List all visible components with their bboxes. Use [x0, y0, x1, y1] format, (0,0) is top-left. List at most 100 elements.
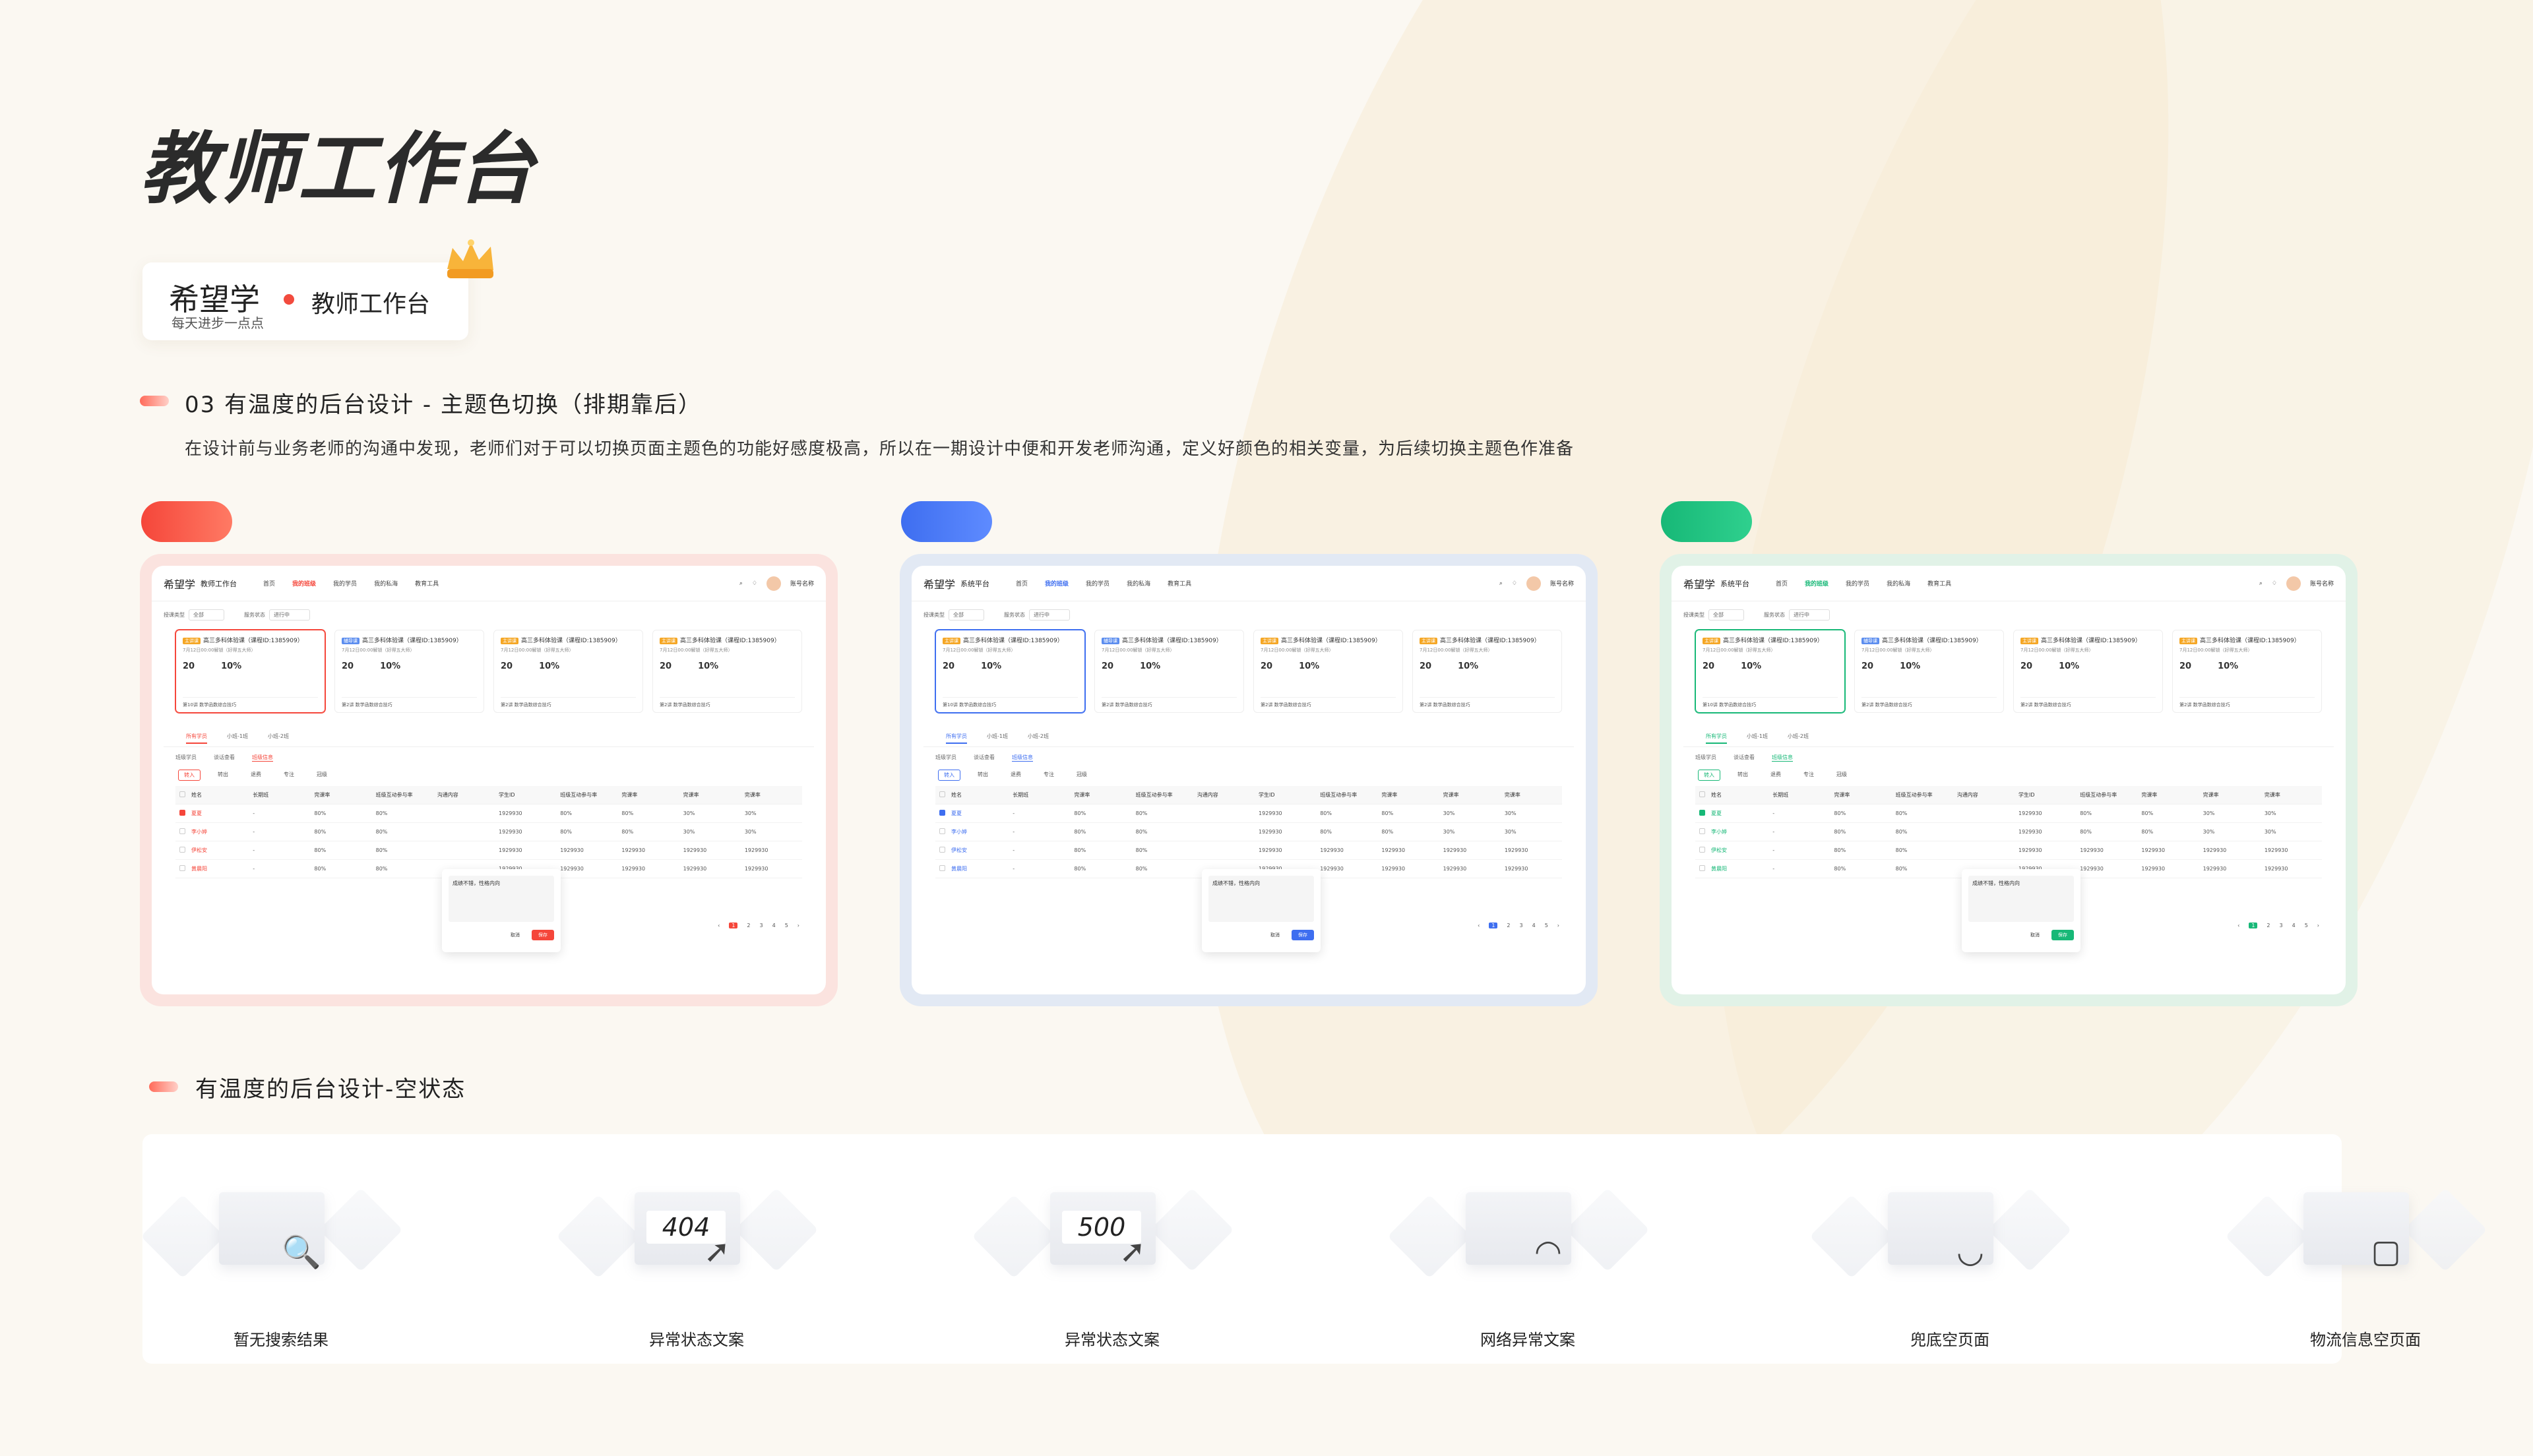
row-checkbox[interactable] — [175, 865, 187, 872]
column-header[interactable]: 完课率 — [1830, 791, 1891, 799]
filter-tag[interactable]: 冠级 — [311, 770, 332, 781]
column-header[interactable]: 完课率 — [1439, 791, 1501, 799]
nav-item[interactable]: 教育工具 — [1927, 579, 1951, 588]
user-name[interactable]: 账号名称 — [1550, 579, 1574, 588]
student-name-link[interactable]: 伊松安 — [1707, 847, 1768, 854]
sub-tab[interactable]: 谈话查看 — [974, 754, 995, 762]
search-icon[interactable]: ⌕ — [1499, 580, 1503, 587]
column-header[interactable]: 沟通内容 — [1193, 791, 1255, 799]
nav-item[interactable]: 教育工具 — [1168, 579, 1191, 588]
cancel-button[interactable]: 取消 — [504, 930, 526, 940]
course-card[interactable]: 主讲课 高三多科体验课（课程ID:1385909） 7月12日00:00解锁（好得五… — [1253, 630, 1403, 713]
nav-item[interactable]: 我的学员 — [1086, 579, 1110, 588]
filter-select[interactable]: 进行中 — [269, 609, 310, 621]
search-icon[interactable]: ⌕ — [2259, 580, 2263, 587]
search-icon[interactable]: ⌕ — [739, 580, 743, 587]
class-tab[interactable]: 所有学员 — [1706, 733, 1727, 744]
table-row[interactable]: 李小婷 - 80% 80% 1929930 80% 80% 30% 30% — [175, 823, 802, 841]
student-name-link[interactable]: 黄晨阳 — [187, 865, 249, 872]
user-name[interactable]: 账号名称 — [2310, 579, 2334, 588]
column-header[interactable]: 完课率 — [1070, 791, 1131, 799]
filter-tag[interactable]: 专注 — [1798, 770, 1819, 781]
sub-tab[interactable]: 谈话查看 — [214, 754, 235, 762]
next-page-icon[interactable]: › — [797, 923, 799, 928]
class-tab[interactable]: 小班-2班 — [1788, 733, 1809, 744]
course-card[interactable]: 主讲课 高三多科体验课（课程ID:1385909） 7月12日00:00解锁（好得五… — [1412, 630, 1562, 713]
column-header[interactable]: 姓名 — [1707, 791, 1768, 799]
nav-item[interactable]: 我的班级 — [1805, 579, 1829, 588]
course-card[interactable]: 主讲课 高三多科体验课（课程ID:1385909） 7月12日00:00解锁（好得五… — [1695, 630, 1845, 713]
filter-tag[interactable]: 转出 — [972, 770, 993, 781]
page-number[interactable]: 2 — [1507, 923, 1510, 928]
filter-select[interactable]: 进行中 — [1029, 609, 1070, 621]
next-page-icon[interactable]: › — [2317, 923, 2319, 928]
student-name-link[interactable]: 黄晨阳 — [1707, 865, 1768, 872]
class-tab[interactable]: 小班-1班 — [227, 733, 248, 744]
student-name-link[interactable]: 夏夏 — [1707, 810, 1768, 817]
page-number[interactable]: 4 — [1532, 923, 1536, 928]
select-all-checkbox[interactable] — [1695, 791, 1707, 799]
student-name-link[interactable]: 伊松安 — [187, 847, 249, 854]
course-card[interactable]: 辅导课 高三多科体验课（课程ID:1385909） 7月12日00:00解锁（好得五… — [1094, 630, 1244, 713]
class-tab[interactable]: 小班-1班 — [1747, 733, 1768, 744]
filter-select[interactable]: 全部 — [949, 609, 984, 621]
student-name-link[interactable]: 李小婷 — [187, 828, 249, 835]
column-header[interactable]: 完课率 — [2261, 791, 2322, 799]
bell-icon[interactable]: ♢ — [752, 580, 757, 587]
save-button[interactable]: 保存 — [532, 930, 554, 940]
sub-tab[interactable]: 班级学员 — [935, 754, 956, 762]
course-card[interactable]: 主讲课 高三多科体验课（课程ID:1385909） 7月12日00:00解锁（好得五… — [652, 630, 802, 713]
note-textarea[interactable]: 成绩不错，性格内向 — [1208, 876, 1314, 922]
course-card[interactable]: 主讲课 高三多科体验课（课程ID:1385909） 7月12日00:00解锁（好得五… — [493, 630, 643, 713]
filter-tag[interactable]: 转出 — [1732, 770, 1753, 781]
class-tab[interactable]: 小班-1班 — [987, 733, 1008, 744]
column-header[interactable]: 完课率 — [310, 791, 371, 799]
sub-tab[interactable]: 班级学员 — [1695, 754, 1716, 762]
cancel-button[interactable]: 取消 — [2024, 930, 2046, 940]
prev-page-icon[interactable]: ‹ — [2237, 923, 2239, 928]
column-header[interactable]: 长期班 — [1768, 791, 1830, 799]
note-textarea[interactable]: 成绩不错，性格内向 — [449, 876, 554, 922]
row-checkbox[interactable] — [935, 828, 947, 835]
student-name-link[interactable]: 夏夏 — [187, 810, 249, 817]
column-header[interactable]: 班级互动参与率 — [1316, 791, 1377, 799]
column-header[interactable]: 完课率 — [1377, 791, 1439, 799]
prev-page-icon[interactable]: ‹ — [718, 923, 720, 928]
row-checkbox[interactable] — [175, 847, 187, 854]
theme-pill-blue[interactable] — [901, 501, 992, 542]
nav-item[interactable]: 我的私海 — [1887, 579, 1910, 588]
column-header[interactable]: 班级互动参与率 — [2076, 791, 2137, 799]
filter-tag[interactable]: 转入 — [178, 770, 201, 781]
filter-tag[interactable]: 转入 — [938, 770, 960, 781]
column-header[interactable]: 班级互动参与率 — [1132, 791, 1193, 799]
table-row[interactable]: 伊松安 - 80% 80% 1929930 1929930 1929930 1929930 19… — [935, 841, 1562, 860]
column-header[interactable]: 完课率 — [2137, 791, 2199, 799]
row-checkbox[interactable] — [1695, 828, 1707, 835]
class-tab[interactable]: 小班-2班 — [1028, 733, 1049, 744]
column-header[interactable]: 班级互动参与率 — [1892, 791, 1953, 799]
class-tab[interactable]: 所有学员 — [946, 733, 967, 744]
student-name-link[interactable]: 夏夏 — [947, 810, 1009, 817]
column-header[interactable]: 长期班 — [249, 791, 310, 799]
row-checkbox[interactable] — [935, 865, 947, 872]
prev-page-icon[interactable]: ‹ — [1478, 923, 1480, 928]
page-number[interactable]: 5 — [785, 923, 788, 928]
avatar[interactable] — [766, 576, 781, 591]
avatar[interactable] — [1526, 576, 1541, 591]
filter-tag[interactable]: 转入 — [1698, 770, 1720, 781]
nav-item[interactable]: 首页 — [1776, 579, 1788, 588]
student-name-link[interactable]: 李小婷 — [947, 828, 1009, 835]
page-number[interactable]: 5 — [1545, 923, 1548, 928]
nav-item[interactable]: 我的班级 — [1045, 579, 1069, 588]
column-header[interactable]: 姓名 — [187, 791, 249, 799]
student-name-link[interactable]: 李小婷 — [1707, 828, 1768, 835]
column-header[interactable]: 完课率 — [679, 791, 741, 799]
column-header[interactable]: 长期班 — [1009, 791, 1070, 799]
page-number[interactable]: 2 — [747, 923, 750, 928]
table-row[interactable]: 夏夏 - 80% 80% 1929930 80% 80% 30% 30% — [935, 804, 1562, 823]
row-checkbox[interactable] — [1695, 865, 1707, 872]
filter-tag[interactable]: 专注 — [1038, 770, 1059, 781]
page-number[interactable]: 5 — [2305, 923, 2308, 928]
page-number[interactable]: 2 — [2267, 923, 2270, 928]
column-header[interactable]: 姓名 — [947, 791, 1009, 799]
